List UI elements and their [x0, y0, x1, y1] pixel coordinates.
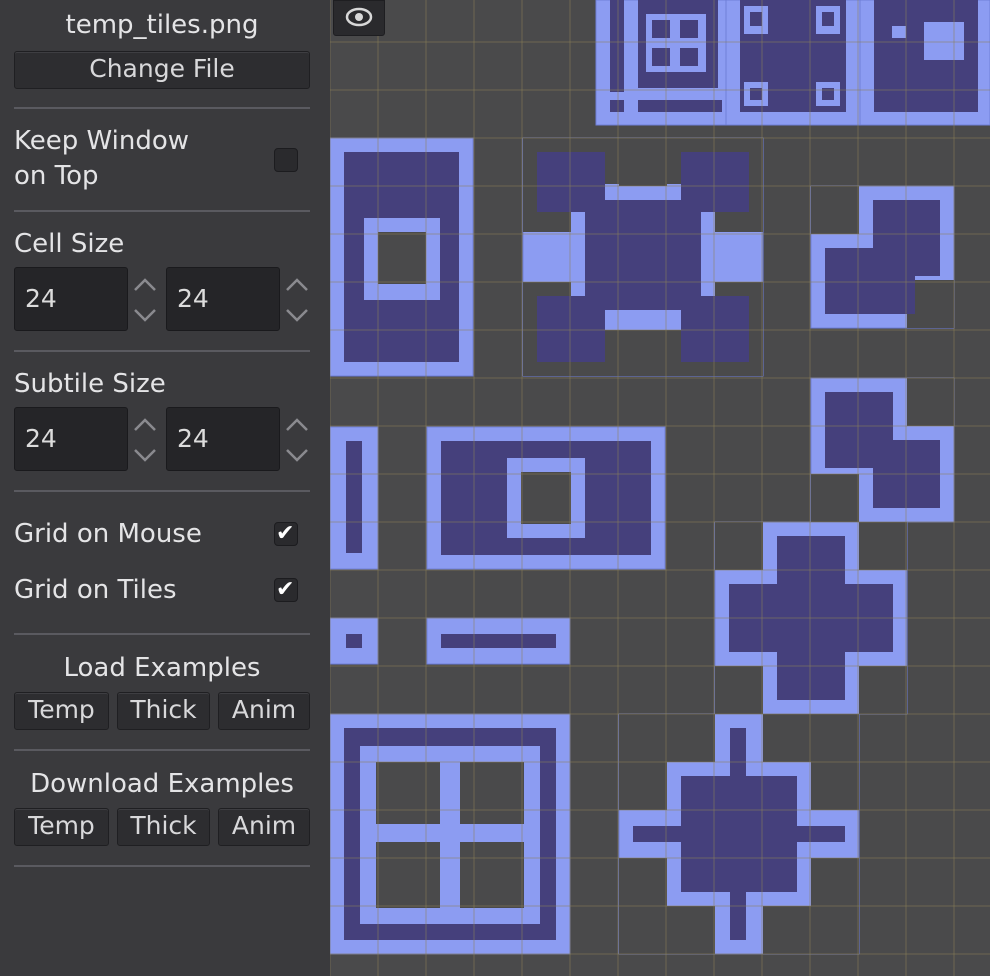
cell-size-x-spinbox[interactable]: 24 — [14, 267, 160, 331]
tile-preview-canvas[interactable] — [330, 0, 990, 976]
grid-on-mouse-label: Grid on Mouse — [14, 519, 202, 549]
separator — [14, 490, 310, 492]
arrow-up-icon[interactable] — [132, 412, 158, 438]
eye-icon — [345, 7, 373, 27]
arrow-up-icon[interactable] — [284, 412, 310, 438]
subtile-size-y-spinbox[interactable]: 24 — [166, 407, 312, 471]
cell-size-y-arrows[interactable] — [282, 267, 312, 331]
cell-size-x-field[interactable]: 24 — [14, 267, 128, 331]
cell-size-x-value: 24 — [25, 284, 57, 313]
download-examples-label: Download Examples — [30, 769, 294, 799]
separator — [14, 865, 310, 867]
tile-preview — [330, 0, 990, 976]
subtile-size-x-spinbox[interactable]: 24 — [14, 407, 160, 471]
check-icon: ✔ — [276, 521, 295, 546]
cell-size-y-value: 24 — [177, 284, 209, 313]
separator — [14, 107, 310, 109]
keep-window-label-line2: on Top — [14, 161, 99, 191]
download-thick-button[interactable]: Thick — [117, 808, 210, 846]
grid-on-mouse-checkbox[interactable]: ✔ — [274, 521, 298, 546]
arrow-up-icon[interactable] — [284, 272, 310, 298]
load-temp-button[interactable]: Temp — [14, 692, 109, 730]
subtile-size-label: Subtile Size — [14, 369, 166, 399]
subtile-size-y-value: 24 — [177, 424, 209, 453]
load-examples-label: Load Examples — [63, 653, 261, 683]
subtile-size-x-value: 24 — [25, 424, 57, 453]
separator — [14, 749, 310, 751]
cell-size-label: Cell Size — [14, 229, 125, 259]
arrow-down-icon[interactable] — [132, 302, 158, 328]
grid-on-tiles-label: Grid on Tiles — [14, 575, 177, 605]
subtile-size-x-field[interactable]: 24 — [14, 407, 128, 471]
download-temp-button[interactable]: Temp — [14, 808, 109, 846]
download-anim-button[interactable]: Anim — [218, 808, 310, 846]
change-file-button[interactable]: Change File — [14, 51, 310, 89]
subtile-size-y-arrows[interactable] — [282, 407, 312, 471]
subtile-size-y-field[interactable]: 24 — [166, 407, 280, 471]
toggle-visibility-button[interactable] — [333, 0, 385, 36]
arrow-down-icon[interactable] — [284, 302, 310, 328]
load-anim-button[interactable]: Anim — [218, 692, 310, 730]
subtile-size-x-arrows[interactable] — [130, 407, 160, 471]
cell-size-x-arrows[interactable] — [130, 267, 160, 331]
cell-size-y-spinbox[interactable]: 24 — [166, 267, 312, 331]
arrow-down-icon[interactable] — [284, 442, 310, 468]
file-name: temp_tiles.png — [65, 10, 259, 40]
keep-window-checkbox[interactable] — [274, 148, 298, 172]
check-icon: ✔ — [276, 577, 295, 602]
grid-on-tiles-checkbox[interactable]: ✔ — [274, 577, 298, 602]
separator — [14, 633, 310, 635]
arrow-up-icon[interactable] — [132, 272, 158, 298]
cell-size-y-field[interactable]: 24 — [166, 267, 280, 331]
separator — [14, 210, 310, 212]
separator — [14, 350, 310, 352]
keep-window-label-line1: Keep Window — [14, 126, 190, 156]
load-thick-button[interactable]: Thick — [117, 692, 210, 730]
arrow-down-icon[interactable] — [132, 442, 158, 468]
sidebar: temp_tiles.png Change File Keep Window o… — [0, 0, 330, 976]
